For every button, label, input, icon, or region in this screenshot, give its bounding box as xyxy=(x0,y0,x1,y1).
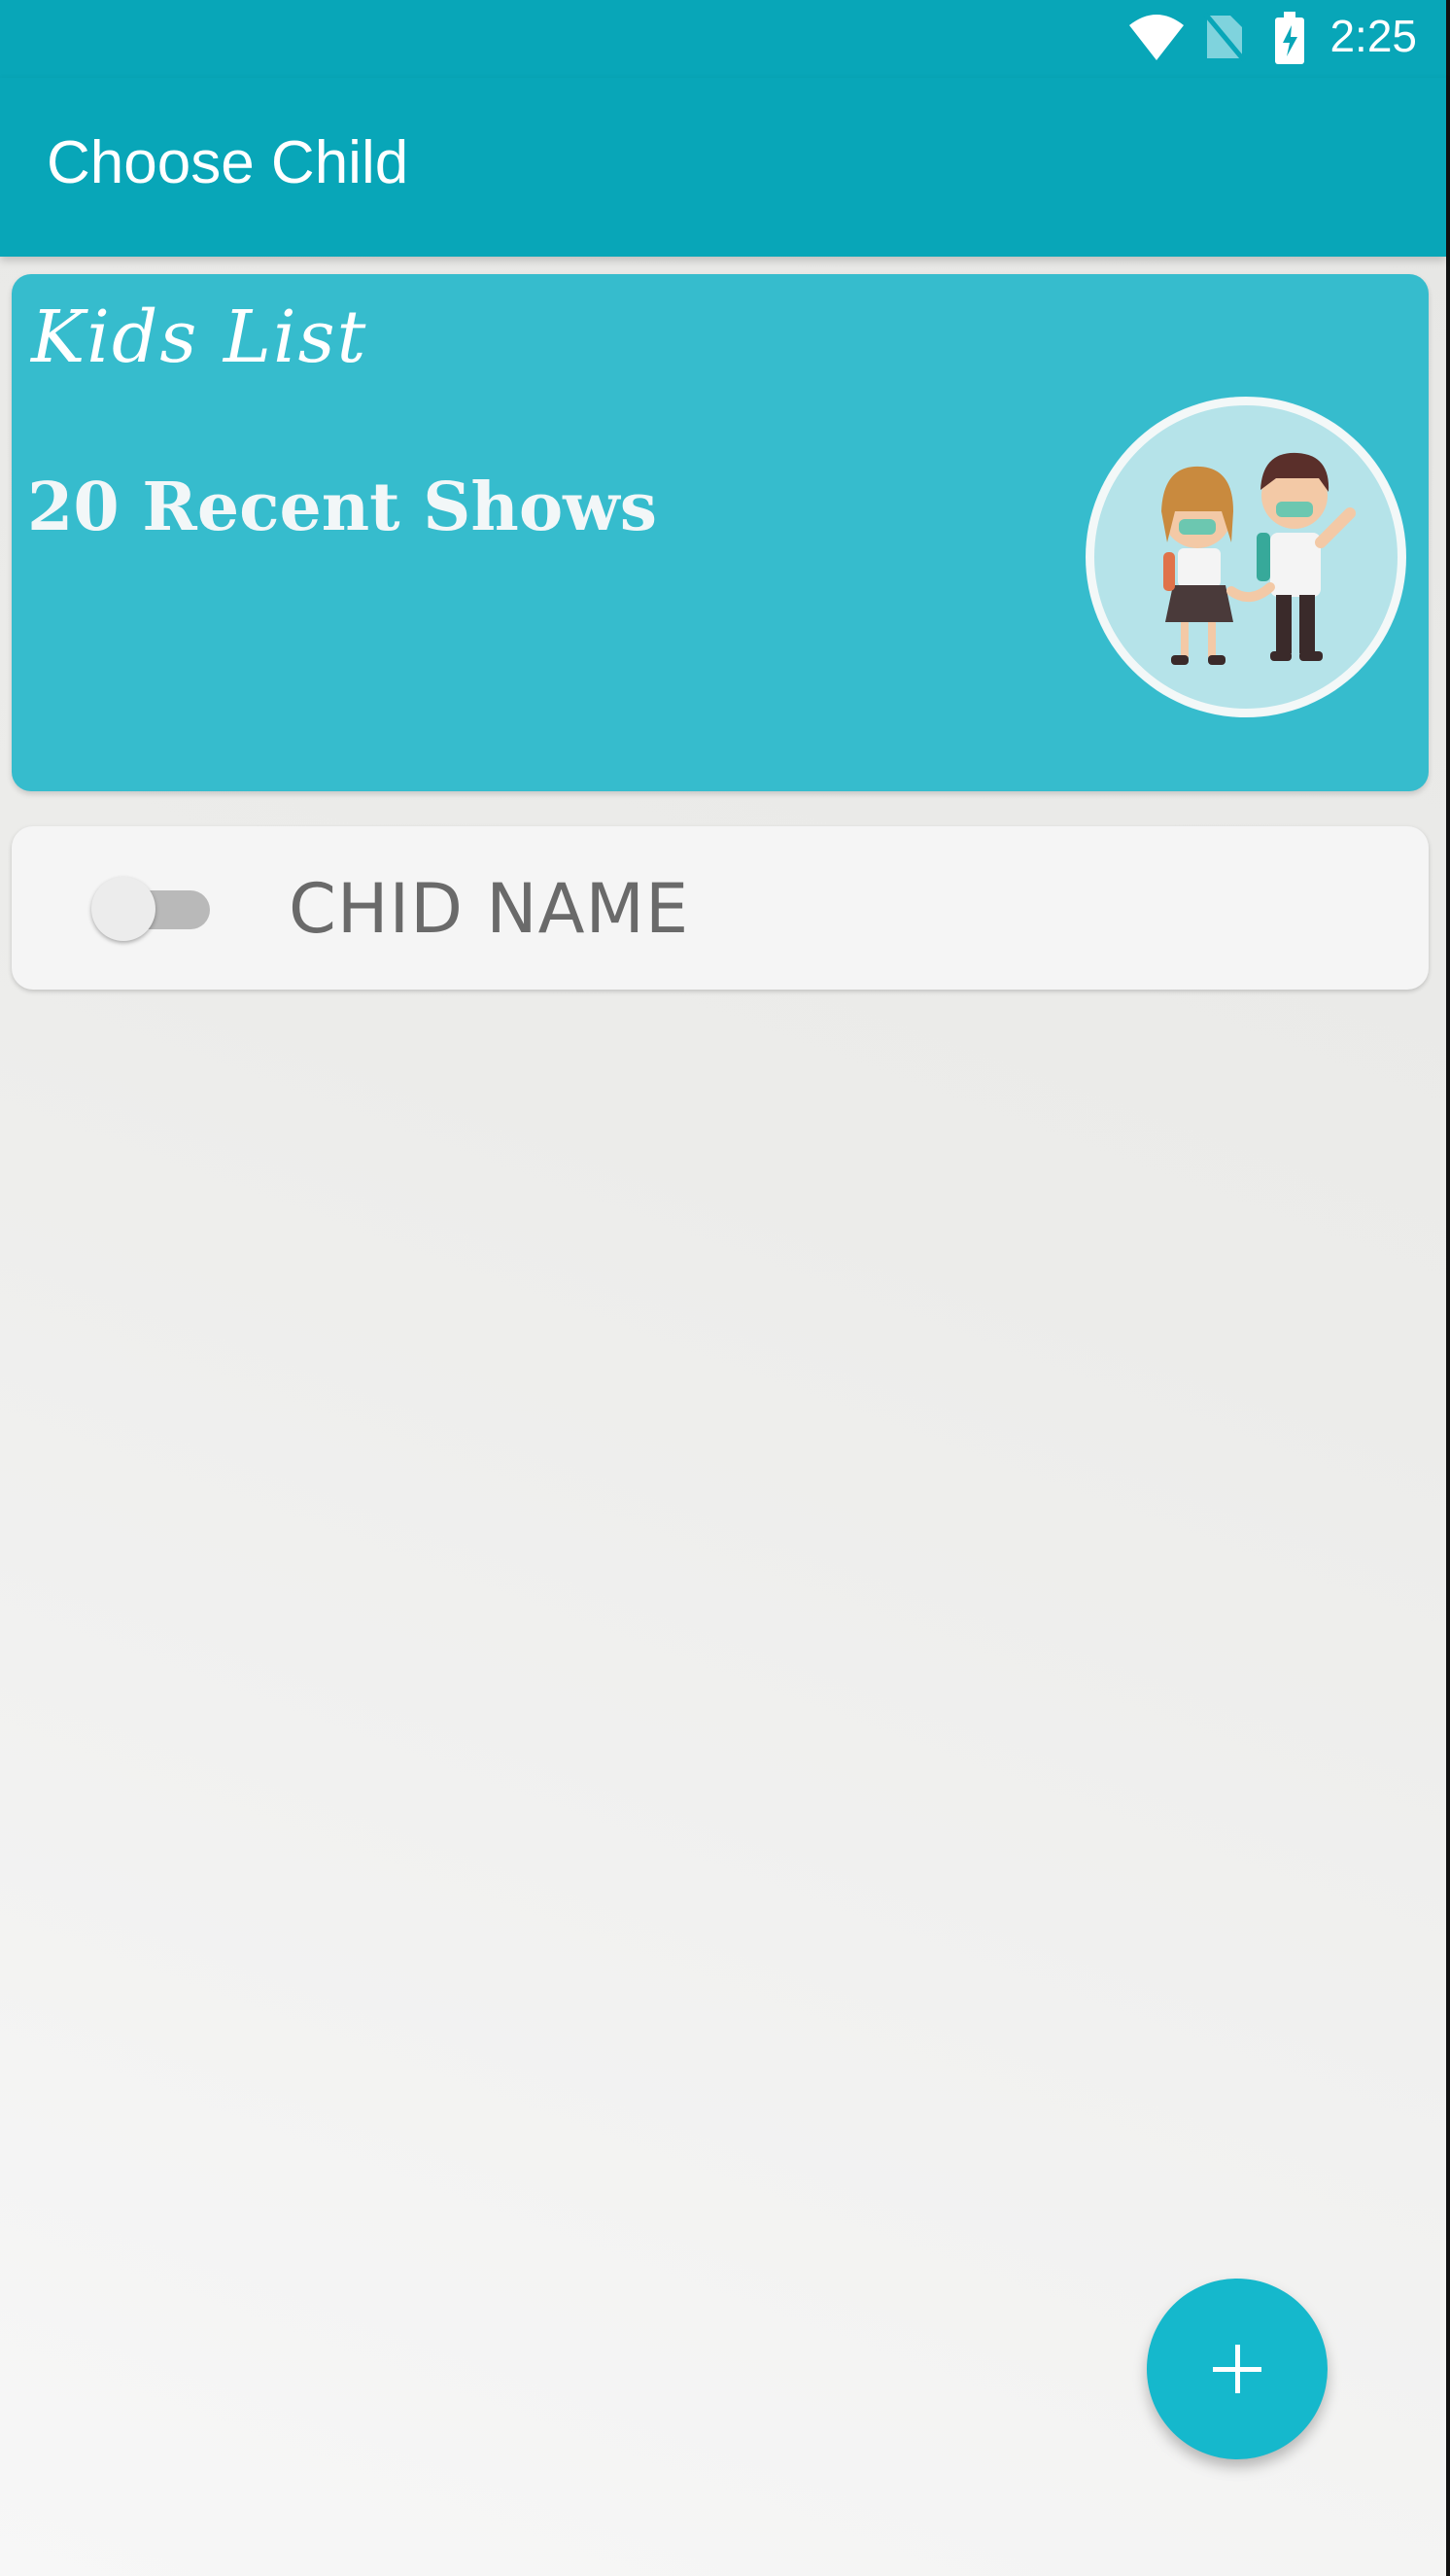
screen-edge xyxy=(1446,0,1450,2576)
app-bar: Choose Child xyxy=(0,78,1446,257)
card-title: Kids List xyxy=(31,296,368,379)
status-time: 2:25 xyxy=(1329,11,1417,61)
list-item[interactable]: CHID NAME xyxy=(12,826,1429,990)
kids-list-card: Kids List 20 Recent Shows xyxy=(12,274,1429,791)
toggle-thumb xyxy=(91,877,155,941)
add-child-button[interactable] xyxy=(1147,2279,1328,2459)
wifi-icon xyxy=(1129,15,1184,60)
page-title: Choose Child xyxy=(47,129,409,196)
child-name: CHID NAME xyxy=(289,869,690,949)
card-subtitle: 20 Recent Shows xyxy=(27,469,657,546)
status-bar: 2:25 xyxy=(0,0,1446,78)
kids-illustration xyxy=(1086,397,1406,717)
plus-icon xyxy=(1213,2345,1261,2393)
child-toggle[interactable] xyxy=(91,877,218,941)
no-sim-icon xyxy=(1203,12,1246,62)
battery-charging-icon xyxy=(1275,12,1304,64)
